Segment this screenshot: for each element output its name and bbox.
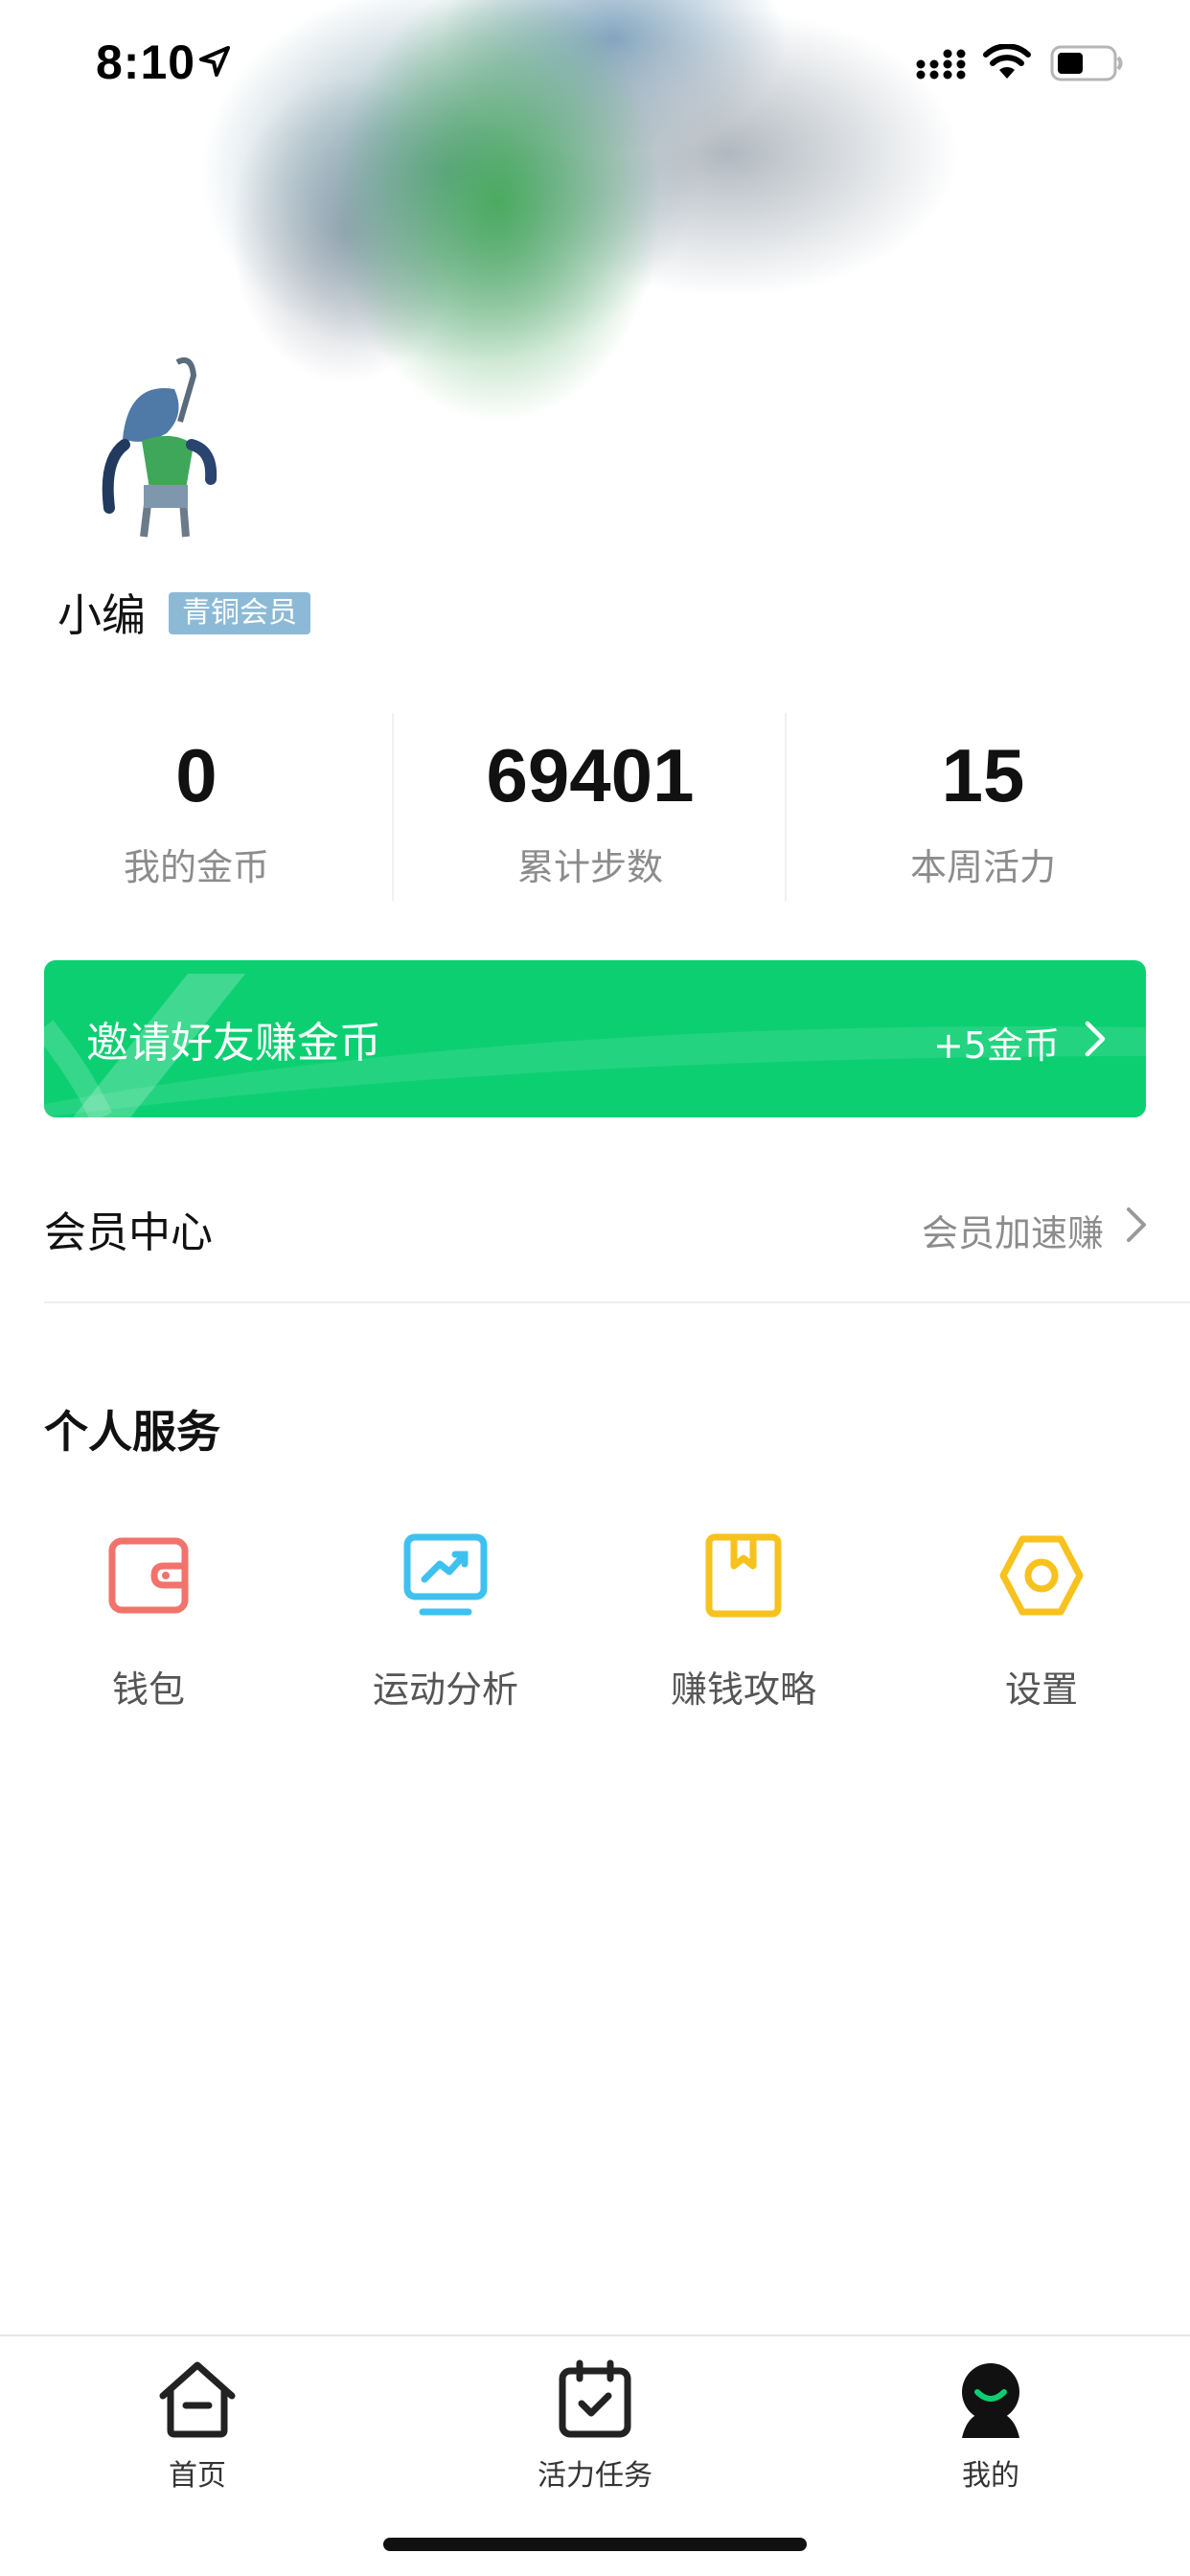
stat-label: 累计步数 (516, 846, 663, 888)
stat-coins[interactable]: 0 我的金币 (0, 713, 393, 901)
service-sports-analysis[interactable]: 运动分析 (340, 1533, 551, 1725)
member-level-badge: 青铜会员 (169, 592, 310, 634)
member-center-subtitle: 会员加速赚 (921, 1212, 1104, 1254)
invite-friends-banner[interactable]: 邀请好友赚金币 +5金币 (44, 960, 1146, 1117)
stat-weekly-vitality[interactable]: 15 本周活力 (787, 713, 1179, 901)
location-arrow-icon (197, 44, 232, 79)
service-wallet[interactable]: 钱包 (43, 1533, 254, 1725)
profile-icon (949, 2358, 1033, 2442)
service-earning-guide[interactable]: 赚钱攻略 (638, 1533, 849, 1725)
profile-page: 8:10 小编 青铜会员 0 我的金币 69401 累计步数 15 本周活力 邀… (0, 0, 1190, 2576)
stat-label: 本周活力 (909, 846, 1056, 888)
divider (44, 1301, 1190, 1303)
home-indicator (383, 2538, 807, 2551)
avatar[interactable] (86, 355, 268, 541)
wifi-icon (983, 43, 1031, 80)
services-grid: 钱包 运动分析 赚钱攻略 设置 (0, 1533, 1190, 1725)
stat-value: 15 (941, 733, 1025, 817)
stat-value: 0 (175, 733, 217, 817)
member-center-title: 会员中心 (44, 1208, 213, 1257)
calendar-check-icon (553, 2358, 637, 2442)
service-label: 设置 (1004, 1668, 1078, 1711)
signal-icon (916, 48, 968, 80)
chevron-right-icon (1125, 1206, 1148, 1244)
service-label: 赚钱攻略 (670, 1668, 816, 1711)
tab-label: 我的 (962, 2459, 1019, 2493)
status-bar: 8:10 (0, 0, 1190, 126)
analysis-monitor-icon (403, 1533, 488, 1618)
stat-total-steps[interactable]: 69401 累计步数 (394, 713, 787, 901)
invite-title: 邀请好友赚金币 (86, 1019, 381, 1068)
tab-vitality-tasks[interactable]: 活力任务 (470, 2358, 720, 2493)
stat-label: 我的金币 (123, 846, 269, 888)
service-settings[interactable]: 设置 (936, 1533, 1147, 1725)
service-label: 运动分析 (372, 1668, 518, 1711)
wallet-icon (106, 1533, 191, 1618)
stats-row: 0 我的金币 69401 累计步数 15 本周活力 (0, 713, 1190, 901)
invite-reward: +5金币 (932, 1024, 1060, 1067)
tab-mine[interactable]: 我的 (866, 2358, 1115, 2493)
member-center-row[interactable]: 会员中心 会员加速赚 (0, 1156, 1190, 1300)
home-icon (155, 2358, 240, 2442)
stat-value: 69401 (486, 733, 695, 817)
guide-book-icon (701, 1533, 786, 1618)
settings-hexagon-icon (999, 1533, 1084, 1618)
service-label: 钱包 (111, 1668, 185, 1711)
status-time: 8:10 (96, 35, 196, 89)
tab-label: 活力任务 (538, 2459, 652, 2493)
services-section-title: 个人服务 (44, 1406, 220, 1458)
battery-icon (1050, 44, 1125, 82)
tab-home[interactable]: 首页 (73, 2358, 322, 2493)
username: 小编 (57, 589, 146, 641)
tab-label: 首页 (169, 2459, 226, 2493)
chevron-right-icon (1083, 1020, 1108, 1058)
